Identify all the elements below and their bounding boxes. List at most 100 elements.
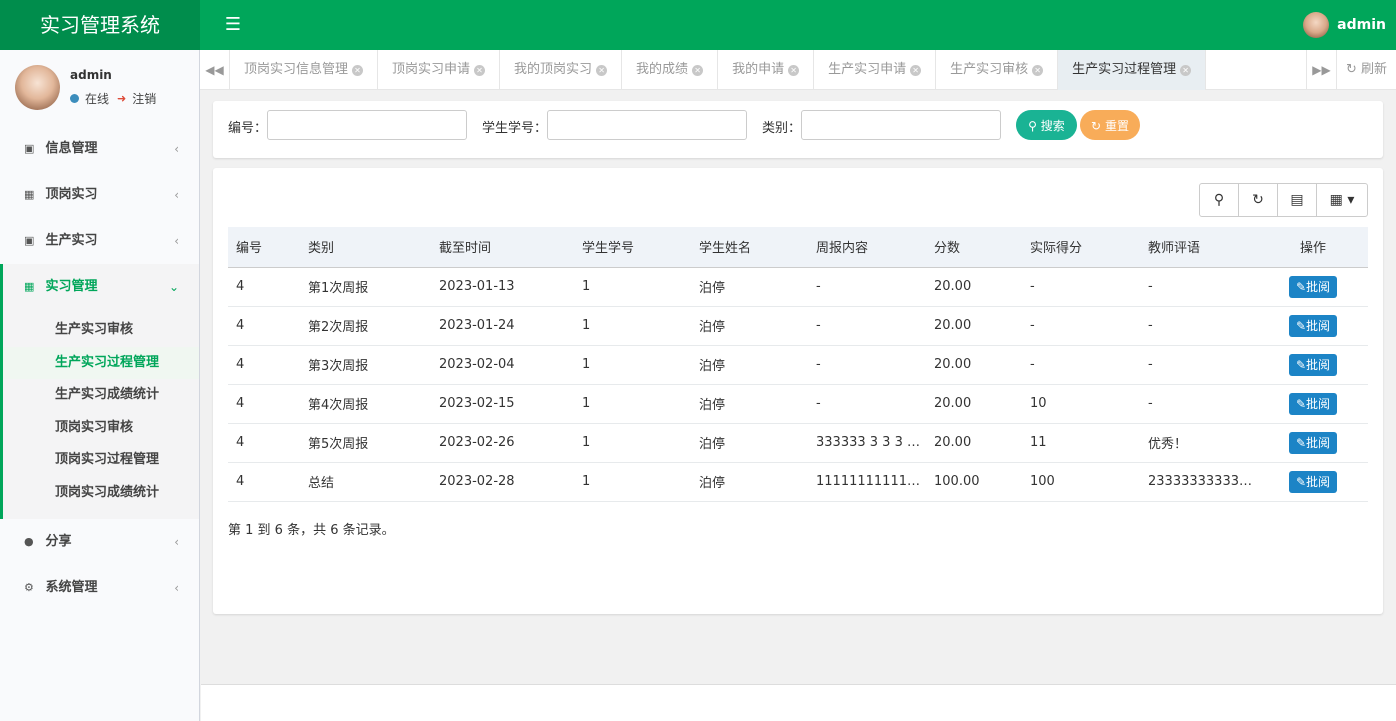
sidebar-item-info-management[interactable]: ▣ 信息管理 ‹ (0, 126, 199, 172)
tab-label: 我的成绩 (636, 62, 689, 77)
footer (201, 684, 1396, 721)
review-button[interactable]: ✎批阅 (1289, 431, 1337, 454)
tab-label: 生产实习审核 (950, 62, 1029, 77)
table-row[interactable]: 4 第1次周报 2023-01-13 1 泊停 -20.00- - ✎批阅 (228, 267, 1368, 307)
column-header[interactable]: 实际得分 (1022, 227, 1140, 268)
sidebar-toggle-icon[interactable]: ☰ (222, 15, 244, 35)
logout-link[interactable]: 注销 (132, 90, 156, 107)
tab-my-top-internship[interactable]: 我的顶岗实习 ✕ (500, 50, 623, 90)
columns-icon[interactable]: ▦ ▾ (1317, 184, 1367, 216)
submenu-item-production-review[interactable]: 生产实习审核 (3, 314, 199, 347)
logout-icon[interactable]: ➜ (117, 92, 126, 105)
avatar[interactable] (1303, 12, 1330, 38)
search-form: 编号： 学生学号： 类别： ⚲ 搜索 ↻ 重置 (213, 101, 1383, 158)
tab-production-apply[interactable]: 生产实习申请 ✕ (814, 50, 937, 90)
category-input[interactable] (801, 110, 1001, 140)
review-button[interactable]: ✎批阅 (1289, 353, 1337, 376)
table-row[interactable]: 4 第3次周报 2023-02-04 1 泊停 -20.00- - ✎批阅 (228, 345, 1368, 385)
table-cell: 20.00 (926, 423, 1022, 463)
column-header[interactable]: 截至时间 (431, 227, 574, 268)
table-row[interactable]: 4 第2次周报 2023-01-24 1 泊停 -20.00- - ✎批阅 (228, 306, 1368, 346)
table-row[interactable]: 4 第5次周报 2023-02-26 1 泊停 333333 3 3 3 3... 20.0… (228, 423, 1368, 463)
user-card-icon: ▣ (24, 234, 35, 247)
user-panel: admin 在线 ➜ 注销 (0, 50, 199, 120)
close-icon[interactable]: ✕ (1180, 65, 1192, 76)
tab-scroll-right-icon[interactable]: ▶▶ (1306, 50, 1336, 90)
sidebar-item-system-management[interactable]: ⚙ 系统管理 ‹ (0, 565, 199, 611)
tab-scroll-left-icon[interactable]: ◀◀ (200, 50, 230, 90)
review-button[interactable]: ✎批阅 (1289, 470, 1337, 493)
close-icon[interactable]: ✕ (352, 65, 364, 76)
data-table: 编号 类别 截至时间 学生学号 学生姓名 周报内容 分数 实际得分 教师评语 操… (228, 227, 1368, 502)
column-header[interactable]: 类别 (300, 227, 431, 268)
table-toolbar: ⚲ ↻ ▤ ▦ ▾ (1199, 183, 1368, 217)
user-menu[interactable]: admin (1303, 0, 1396, 50)
review-button[interactable]: ✎批阅 (1289, 392, 1337, 415)
toggle-view-icon[interactable]: ▤ (1278, 184, 1317, 216)
id-input[interactable] (267, 110, 467, 140)
review-button-label: 批阅 (1306, 357, 1331, 372)
submenu-item-production-score[interactable]: 生产实习成绩统计 (3, 379, 199, 412)
table-cell: 4 (228, 384, 300, 424)
sidebar-item-production-internship[interactable]: ▣ 生产实习 ‹ (0, 218, 199, 264)
search-button-label: 搜索 (1040, 118, 1065, 133)
close-icon[interactable]: ✕ (692, 65, 704, 76)
tab-production-review[interactable]: 生产实习审核 ✕ (936, 50, 1059, 90)
gear-icon: ⚙ (24, 581, 34, 594)
search-button[interactable]: ⚲ 搜索 (1016, 110, 1077, 140)
table-row[interactable]: 4总结2023-02-281泊停11111111111111...100.001… (228, 462, 1368, 502)
table-row[interactable]: 4 第4次周报 2023-02-15 1 泊停 -20.00 10- ✎批阅 (228, 384, 1368, 424)
edit-icon: ✎ (1295, 279, 1307, 294)
refresh-icon[interactable]: ↻ (1239, 184, 1278, 216)
column-header[interactable]: 周报内容 (808, 227, 926, 268)
app-logo-title[interactable]: 实习管理系统 (0, 0, 200, 50)
submenu-item-top-process[interactable]: 顶岗实习过程管理 (3, 444, 199, 477)
column-header[interactable]: 学生姓名 (691, 227, 808, 268)
submenu-item-top-review[interactable]: 顶岗实习审核 (3, 412, 199, 445)
refresh-button[interactable]: ↻ 刷新 (1336, 50, 1396, 90)
table-cell: 20.00 (926, 384, 1022, 424)
close-icon[interactable]: ✕ (596, 65, 608, 76)
submenu-item-top-score[interactable]: 顶岗实习成绩统计 (3, 477, 199, 510)
table-cell: 20.00 (926, 306, 1022, 346)
review-button-label: 批阅 (1306, 279, 1331, 294)
search-icon: ⚲ (1028, 118, 1037, 133)
column-header[interactable]: 分数 (926, 227, 1022, 268)
tab-my-score[interactable]: 我的成绩 ✕ (622, 50, 719, 90)
student-id-input[interactable] (547, 110, 747, 140)
sidebar-menu: ▣ 信息管理 ‹ ▦ 顶岗实习 ‹ ▣ 生产实习 ‹ ▦ 实习管理 ⌄ (0, 126, 199, 310)
table-cell: 2023-02-26 (431, 423, 574, 463)
submenu-item-production-process[interactable]: 生产实习过程管理 (3, 346, 199, 379)
sidebar-item-internship-management[interactable]: ▦ 实习管理 ⌄ (0, 264, 199, 310)
comment-icon: ● (24, 535, 34, 548)
id-card-icon: ▦ (24, 188, 35, 201)
close-icon[interactable]: ✕ (1032, 65, 1044, 76)
sidebar-item-share[interactable]: ● 分享 ‹ (0, 519, 199, 565)
review-button[interactable]: ✎批阅 (1289, 275, 1337, 298)
column-header[interactable]: 编号 (228, 227, 300, 268)
table-cell: 100.00 (926, 462, 1022, 502)
review-button-label: 批阅 (1306, 396, 1331, 411)
table-cell: 4 (228, 267, 300, 307)
table-cell: - (808, 384, 926, 424)
tab-top-internship-info[interactable]: 顶岗实习信息管理 ✕ (230, 50, 379, 90)
close-icon[interactable]: ✕ (910, 65, 922, 76)
reset-button[interactable]: ↻ 重置 (1080, 110, 1140, 140)
reset-button-label: 重置 (1104, 118, 1129, 133)
tab-production-process[interactable]: 生产实习过程管理 ✕ (1058, 50, 1207, 90)
user-name[interactable]: admin (1337, 17, 1386, 33)
table-cell: - (1140, 267, 1258, 307)
tab-my-application[interactable]: 我的申请 ✕ (718, 50, 815, 90)
column-header[interactable]: 教师评语 (1140, 227, 1258, 268)
search-icon[interactable]: ⚲ (1200, 184, 1239, 216)
tab-top-internship-apply[interactable]: 顶岗实习申请 ✕ (378, 50, 501, 90)
table-cell: - (808, 267, 926, 307)
column-header[interactable]: 学生学号 (574, 227, 691, 268)
close-icon[interactable]: ✕ (788, 65, 800, 76)
tab-list: 顶岗实习信息管理 ✕ 顶岗实习申请 ✕ 我的顶岗实习 ✕ 我的成绩 ✕ 我的申请 ✕ 生产… (230, 50, 1207, 90)
tab-label: 顶岗实习申请 (392, 62, 471, 77)
tab-label: 我的申请 (732, 62, 785, 77)
review-button[interactable]: ✎批阅 (1289, 314, 1337, 337)
close-icon[interactable]: ✕ (474, 65, 486, 76)
sidebar-item-top-internship[interactable]: ▦ 顶岗实习 ‹ (0, 172, 199, 218)
